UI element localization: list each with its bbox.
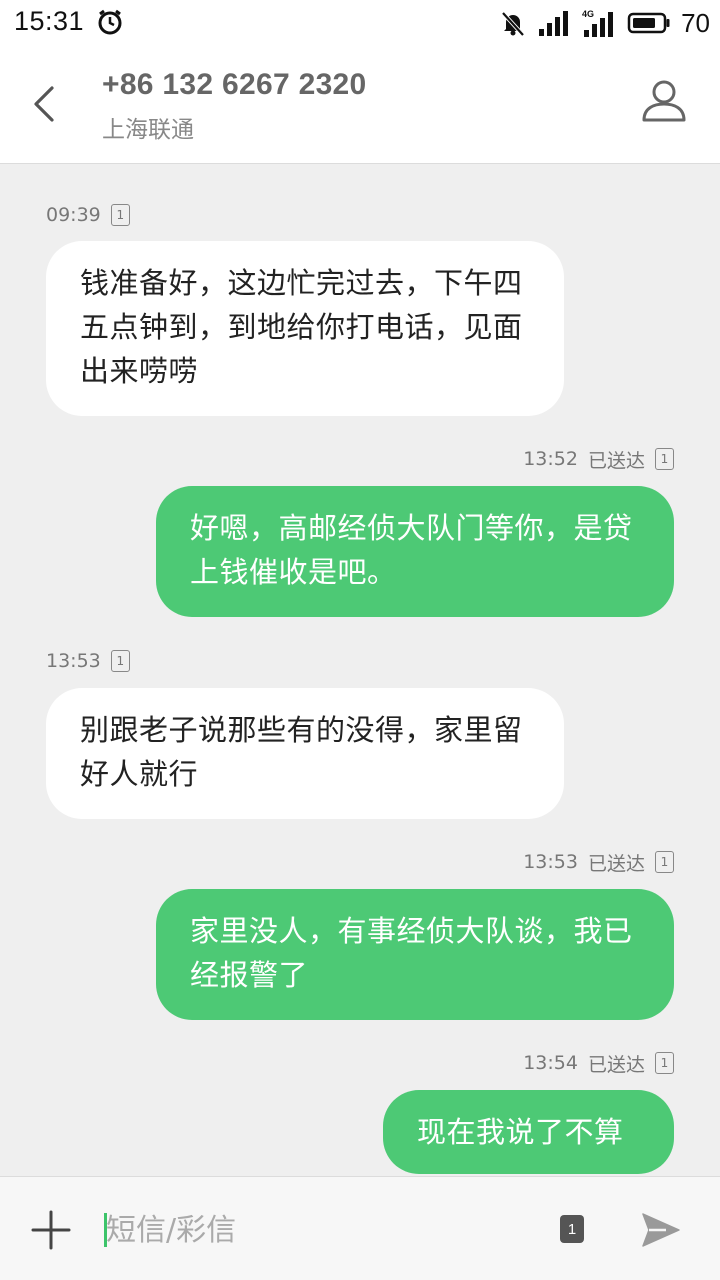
message-bubble-incoming[interactable]: 别跟老子说那些有的没得，家里留好人就行	[46, 688, 564, 819]
message-text: 家里没人，有事经侦大队谈，我已经报警了	[190, 914, 633, 992]
message-meta: 13:54 已送达 1	[523, 1048, 674, 1078]
sim-card-icon: 1	[655, 448, 674, 470]
send-button[interactable]	[640, 1211, 682, 1249]
message-bubble-incoming[interactable]: 钱准备好，这边忙完过去，下午四五点钟到，到地给你打电话，见面出来唠唠	[46, 241, 564, 416]
message-text: 别跟老子说那些有的没得，家里留好人就行	[80, 713, 523, 791]
message-thread[interactable]: 09:39 1 钱准备好，这边忙完过去，下午四五点钟到，到地给你打电话，见面出来…	[0, 164, 720, 1176]
delivery-status: 已送达	[587, 449, 645, 472]
sim-card-icon: 1	[655, 1052, 674, 1074]
message-composer: 1	[0, 1176, 720, 1280]
status-bar: 15:31 4G 70	[0, 0, 720, 48]
message-time: 13:52	[523, 448, 578, 470]
message-text: 好嗯，高邮经侦大队门等你，是贷上钱催收是吧。	[190, 511, 633, 589]
message-meta: 13:53 已送达 1	[523, 847, 674, 877]
contact-carrier: 上海联通	[102, 117, 194, 143]
back-button[interactable]	[22, 78, 66, 130]
message-bubble-outgoing[interactable]: 好嗯，高邮经侦大队门等你，是贷上钱催收是吧。	[156, 486, 674, 617]
message-time: 13:54	[523, 1052, 578, 1074]
message-time: 09:39	[46, 204, 101, 226]
message-bubble-outgoing[interactable]: 现在我说了不算	[383, 1090, 674, 1174]
chevron-left-icon	[34, 86, 54, 122]
conversation-header: +86 132 6267 2320 上海联通	[0, 48, 720, 164]
alarm-icon	[98, 9, 122, 35]
contact-number: +86 132 6267 2320	[102, 68, 367, 101]
sim-card-icon: 1	[110, 650, 130, 672]
message-meta: 13:52 已送达 1	[523, 444, 674, 474]
message-time: 13:53	[46, 650, 101, 672]
contact-details-button[interactable]	[638, 76, 690, 132]
message-bubble-outgoing[interactable]: 家里没人，有事经侦大队谈，我已经报警了	[156, 889, 674, 1020]
mute-icon	[501, 11, 525, 37]
message-meta: 13:53 1	[46, 646, 130, 676]
person-icon	[642, 80, 686, 122]
sim-card-icon: 1	[110, 204, 130, 226]
plus-icon	[31, 1210, 71, 1250]
add-attachment-button[interactable]	[30, 1209, 72, 1251]
battery-level: 70	[681, 7, 710, 38]
status-indicators: 4G 70	[499, 6, 710, 40]
message-text: 钱准备好，这边忙完过去，下午四五点钟到，到地给你打电话，见面出来唠唠	[80, 266, 523, 388]
signal-4g-icon: 4G	[582, 9, 614, 37]
message-meta: 09:39 1	[46, 200, 130, 230]
status-time: 15:31	[14, 6, 85, 36]
sim-card-icon: 1	[655, 851, 674, 873]
sim-select-label: 1	[567, 1220, 577, 1238]
battery-icon	[627, 12, 670, 34]
network-label: 4G	[582, 9, 594, 19]
message-input[interactable]	[106, 1203, 536, 1257]
message-text: 现在我说了不算	[417, 1115, 624, 1149]
delivery-status: 已送达	[587, 1053, 645, 1076]
delivery-status: 已送达	[587, 852, 645, 875]
message-time: 13:53	[523, 851, 578, 873]
sim-select-button[interactable]: 1	[560, 1215, 584, 1243]
signal-icon	[539, 11, 569, 36]
